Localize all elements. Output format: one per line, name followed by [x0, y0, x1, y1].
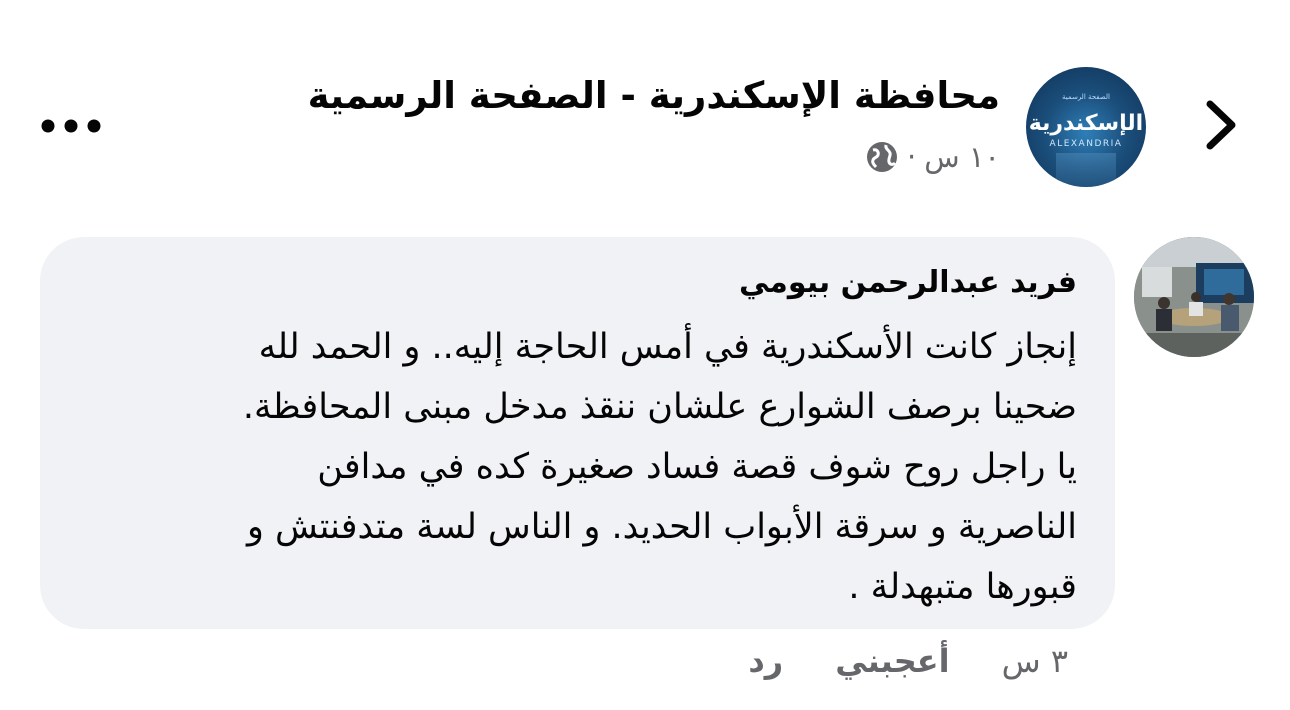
avatar-logo-top: الصفحة الرسمية [1062, 93, 1110, 101]
comment-actions: ٣ س أعجبني رد [748, 642, 1068, 680]
page-avatar[interactable]: الصفحة الرسمية الإسكندرية ALEXANDRIA [1026, 67, 1146, 187]
comment-line: يا راجل روح شوف قصة فساد صغيرة كده في مد… [317, 447, 1077, 487]
commenter-photo [1134, 237, 1254, 357]
comment-author[interactable]: فريد عبدالرحمن بيومي [739, 265, 1077, 300]
comment-line: ضحينا برصف الشوارع علشان ننقذ مدخل مبنى … [242, 387, 1077, 427]
comment-line: الناصرية و سرقة الأبواب الحديد. و الناس … [246, 507, 1077, 547]
comment-text: إنجاز كانت الأسكندرية في أمس الحاجة إليه… [67, 317, 1077, 617]
more-options-button[interactable] [36, 108, 106, 144]
avatar-logo-sub: ALEXANDRIA [1049, 139, 1123, 149]
comment-line: إنجاز كانت الأسكندرية في أمس الحاجة إليه… [258, 327, 1077, 367]
comment-bubble: فريد عبدالرحمن بيومي إنجاز كانت الأسكندر… [40, 237, 1115, 629]
post-time[interactable]: ١٠ س [924, 140, 1000, 174]
reply-button[interactable]: رد [748, 642, 783, 680]
comment-time[interactable]: ٣ س [1002, 642, 1068, 680]
commenter-avatar[interactable] [1134, 237, 1254, 357]
avatar-logo-text: الإسكندرية [1028, 111, 1144, 136]
like-button[interactable]: أعجبني [835, 642, 949, 680]
avatar-building-graphic [1056, 153, 1116, 187]
globe-icon [867, 142, 897, 172]
page-name[interactable]: محافظة الإسكندرية - الصفحة الرسمية [308, 74, 1000, 117]
post-header: الصفحة الرسمية الإسكندرية ALEXANDRIA محا… [0, 0, 1290, 210]
back-button[interactable] [1190, 92, 1250, 158]
comment-line: قبورها متبهدلة . [848, 567, 1077, 607]
post-meta: ١٠ س · [865, 140, 1000, 174]
meta-separator: · [907, 140, 917, 174]
chevron-right-icon [1206, 100, 1236, 150]
more-dots-icon [41, 119, 101, 133]
